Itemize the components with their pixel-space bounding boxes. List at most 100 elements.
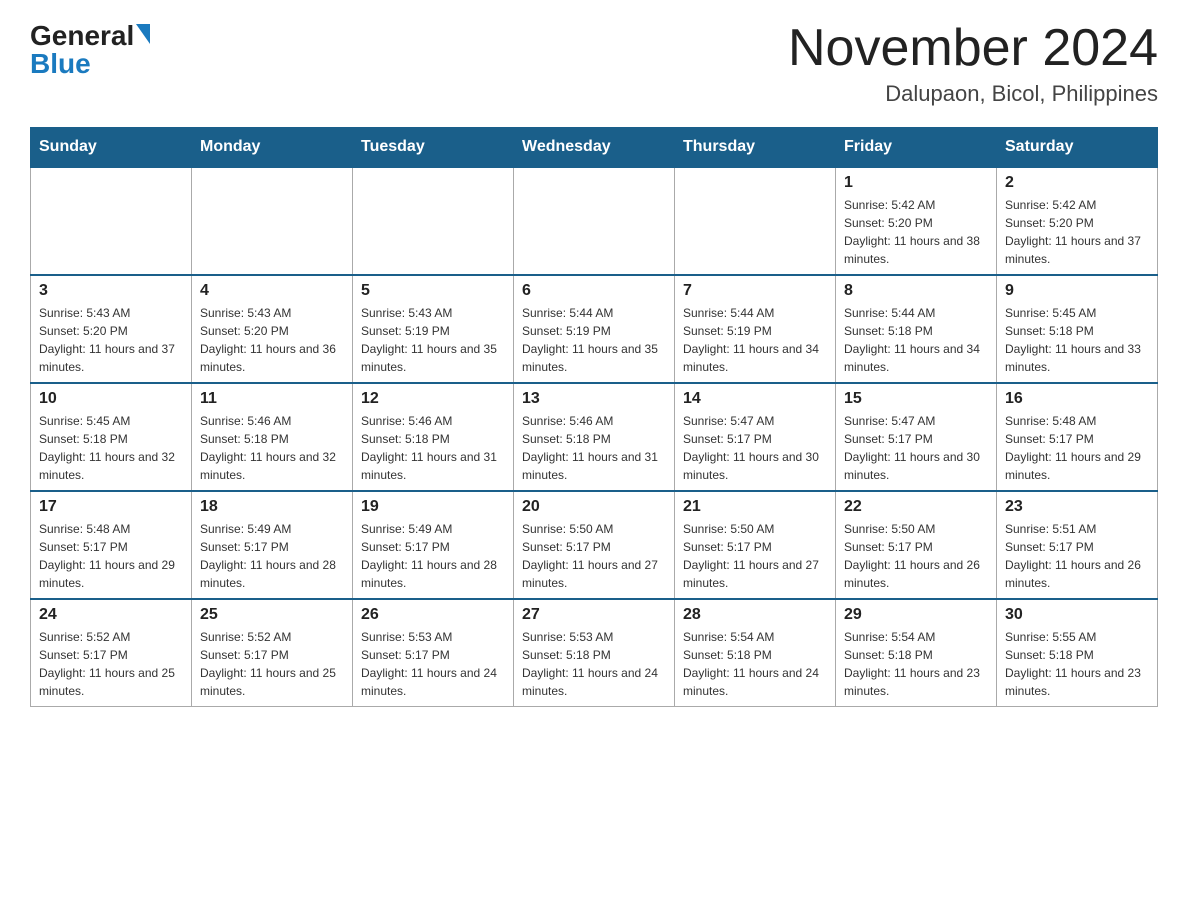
day-number: 6: [522, 282, 666, 300]
calendar-cell: 10 Sunrise: 5:45 AM Sunset: 5:18 PM Dayli…: [31, 383, 192, 491]
calendar-cell: 20 Sunrise: 5:50 AM Sunset: 5:17 PM Dayli…: [514, 491, 675, 599]
calendar-cell: 12 Sunrise: 5:46 AM Sunset: 5:18 PM Dayli…: [353, 383, 514, 491]
day-number: 8: [844, 282, 988, 300]
day-info: Sunrise: 5:48 AM Sunset: 5:17 PM Dayligh…: [39, 520, 183, 592]
day-number: 25: [200, 606, 344, 624]
day-info: Sunrise: 5:43 AM Sunset: 5:20 PM Dayligh…: [39, 304, 183, 376]
day-number: 14: [683, 390, 827, 408]
day-info: Sunrise: 5:52 AM Sunset: 5:17 PM Dayligh…: [200, 628, 344, 700]
month-title: November 2024: [788, 20, 1158, 77]
day-info: Sunrise: 5:46 AM Sunset: 5:18 PM Dayligh…: [200, 412, 344, 484]
day-info: Sunrise: 5:52 AM Sunset: 5:17 PM Dayligh…: [39, 628, 183, 700]
calendar-cell: 8 Sunrise: 5:44 AM Sunset: 5:18 PM Daylig…: [836, 275, 997, 383]
day-info: Sunrise: 5:51 AM Sunset: 5:17 PM Dayligh…: [1005, 520, 1149, 592]
day-info: Sunrise: 5:53 AM Sunset: 5:18 PM Dayligh…: [522, 628, 666, 700]
day-number: 3: [39, 282, 183, 300]
day-number: 30: [1005, 606, 1149, 624]
day-number: 17: [39, 498, 183, 516]
calendar-week-3: 10 Sunrise: 5:45 AM Sunset: 5:18 PM Dayli…: [31, 383, 1158, 491]
day-info: Sunrise: 5:43 AM Sunset: 5:20 PM Dayligh…: [200, 304, 344, 376]
logo-blue-text: Blue: [30, 48, 91, 80]
day-number: 22: [844, 498, 988, 516]
day-info: Sunrise: 5:46 AM Sunset: 5:18 PM Dayligh…: [361, 412, 505, 484]
calendar-cell: 23 Sunrise: 5:51 AM Sunset: 5:17 PM Dayli…: [997, 491, 1158, 599]
day-info: Sunrise: 5:50 AM Sunset: 5:17 PM Dayligh…: [683, 520, 827, 592]
calendar-header-thursday: Thursday: [675, 128, 836, 168]
day-number: 5: [361, 282, 505, 300]
calendar-cell: 14Sunrise: 5:47 AM Sunset: 5:17 PM Dayli…: [675, 383, 836, 491]
day-info: Sunrise: 5:46 AM Sunset: 5:18 PM Dayligh…: [522, 412, 666, 484]
calendar-cell: [353, 167, 514, 275]
calendar-cell: 22 Sunrise: 5:50 AM Sunset: 5:17 PM Dayli…: [836, 491, 997, 599]
day-number: 18: [200, 498, 344, 516]
day-number: 26: [361, 606, 505, 624]
day-number: 2: [1005, 174, 1149, 192]
day-info: Sunrise: 5:54 AM Sunset: 5:18 PM Dayligh…: [844, 628, 988, 700]
calendar-cell: 3 Sunrise: 5:43 AM Sunset: 5:20 PM Daylig…: [31, 275, 192, 383]
day-number: 9: [1005, 282, 1149, 300]
day-info: Sunrise: 5:45 AM Sunset: 5:18 PM Dayligh…: [39, 412, 183, 484]
calendar-cell: 1 Sunrise: 5:42 AM Sunset: 5:20 PM Daylig…: [836, 167, 997, 275]
calendar-week-4: 17 Sunrise: 5:48 AM Sunset: 5:17 PM Dayli…: [31, 491, 1158, 599]
calendar-cell: 18Sunrise: 5:49 AM Sunset: 5:17 PM Dayli…: [192, 491, 353, 599]
calendar-cell: 27 Sunrise: 5:53 AM Sunset: 5:18 PM Dayli…: [514, 599, 675, 707]
day-number: 19: [361, 498, 505, 516]
calendar-cell: 28Sunrise: 5:54 AM Sunset: 5:18 PM Dayli…: [675, 599, 836, 707]
calendar-cell: [192, 167, 353, 275]
day-number: 7: [683, 282, 827, 300]
day-info: Sunrise: 5:55 AM Sunset: 5:18 PM Dayligh…: [1005, 628, 1149, 700]
day-info: Sunrise: 5:50 AM Sunset: 5:17 PM Dayligh…: [522, 520, 666, 592]
day-number: 13: [522, 390, 666, 408]
calendar-cell: 26Sunrise: 5:53 AM Sunset: 5:17 PM Dayli…: [353, 599, 514, 707]
day-info: Sunrise: 5:42 AM Sunset: 5:20 PM Dayligh…: [844, 196, 988, 268]
calendar-cell: 16 Sunrise: 5:48 AM Sunset: 5:17 PM Dayli…: [997, 383, 1158, 491]
calendar-cell: 7Sunrise: 5:44 AM Sunset: 5:19 PM Daylig…: [675, 275, 836, 383]
day-info: Sunrise: 5:44 AM Sunset: 5:19 PM Dayligh…: [522, 304, 666, 376]
calendar-cell: 9 Sunrise: 5:45 AM Sunset: 5:18 PM Daylig…: [997, 275, 1158, 383]
calendar-table: SundayMondayTuesdayWednesdayThursdayFrid…: [30, 127, 1158, 707]
day-number: 16: [1005, 390, 1149, 408]
day-number: 20: [522, 498, 666, 516]
day-info: Sunrise: 5:50 AM Sunset: 5:17 PM Dayligh…: [844, 520, 988, 592]
day-info: Sunrise: 5:42 AM Sunset: 5:20 PM Dayligh…: [1005, 196, 1149, 268]
day-number: 29: [844, 606, 988, 624]
day-number: 4: [200, 282, 344, 300]
day-number: 27: [522, 606, 666, 624]
day-number: 1: [844, 174, 988, 192]
calendar-header-monday: Monday: [192, 128, 353, 168]
day-number: 12: [361, 390, 505, 408]
calendar-cell: 6 Sunrise: 5:44 AM Sunset: 5:19 PM Daylig…: [514, 275, 675, 383]
calendar-cell: [514, 167, 675, 275]
day-number: 10: [39, 390, 183, 408]
page-header: General Blue November 2024 Dalupaon, Bic…: [30, 20, 1158, 107]
logo-triangle-icon: [136, 24, 150, 44]
calendar-cell: 24 Sunrise: 5:52 AM Sunset: 5:17 PM Dayli…: [31, 599, 192, 707]
calendar-header-row: SundayMondayTuesdayWednesdayThursdayFrid…: [31, 128, 1158, 168]
calendar-cell: 25 Sunrise: 5:52 AM Sunset: 5:17 PM Dayli…: [192, 599, 353, 707]
calendar-header-saturday: Saturday: [997, 128, 1158, 168]
day-number: 23: [1005, 498, 1149, 516]
day-info: Sunrise: 5:54 AM Sunset: 5:18 PM Dayligh…: [683, 628, 827, 700]
calendar-cell: 2 Sunrise: 5:42 AM Sunset: 5:20 PM Daylig…: [997, 167, 1158, 275]
day-number: 11: [200, 390, 344, 408]
day-info: Sunrise: 5:44 AM Sunset: 5:18 PM Dayligh…: [844, 304, 988, 376]
day-info: Sunrise: 5:49 AM Sunset: 5:17 PM Dayligh…: [361, 520, 505, 592]
calendar-cell: 5Sunrise: 5:43 AM Sunset: 5:19 PM Daylig…: [353, 275, 514, 383]
day-number: 15: [844, 390, 988, 408]
calendar-header-tuesday: Tuesday: [353, 128, 514, 168]
day-number: 21: [683, 498, 827, 516]
logo-area: General Blue: [30, 20, 150, 80]
title-area: November 2024 Dalupaon, Bicol, Philippin…: [788, 20, 1158, 107]
calendar-cell: 15 Sunrise: 5:47 AM Sunset: 5:17 PM Dayli…: [836, 383, 997, 491]
calendar-cell: 17 Sunrise: 5:48 AM Sunset: 5:17 PM Dayli…: [31, 491, 192, 599]
day-number: 24: [39, 606, 183, 624]
calendar-cell: [31, 167, 192, 275]
calendar-cell: 19 Sunrise: 5:49 AM Sunset: 5:17 PM Dayli…: [353, 491, 514, 599]
day-info: Sunrise: 5:47 AM Sunset: 5:17 PM Dayligh…: [844, 412, 988, 484]
calendar-header-sunday: Sunday: [31, 128, 192, 168]
day-info: Sunrise: 5:45 AM Sunset: 5:18 PM Dayligh…: [1005, 304, 1149, 376]
day-info: Sunrise: 5:48 AM Sunset: 5:17 PM Dayligh…: [1005, 412, 1149, 484]
calendar-cell: 11 Sunrise: 5:46 AM Sunset: 5:18 PM Dayli…: [192, 383, 353, 491]
calendar-week-1: 1 Sunrise: 5:42 AM Sunset: 5:20 PM Daylig…: [31, 167, 1158, 275]
calendar-header-friday: Friday: [836, 128, 997, 168]
